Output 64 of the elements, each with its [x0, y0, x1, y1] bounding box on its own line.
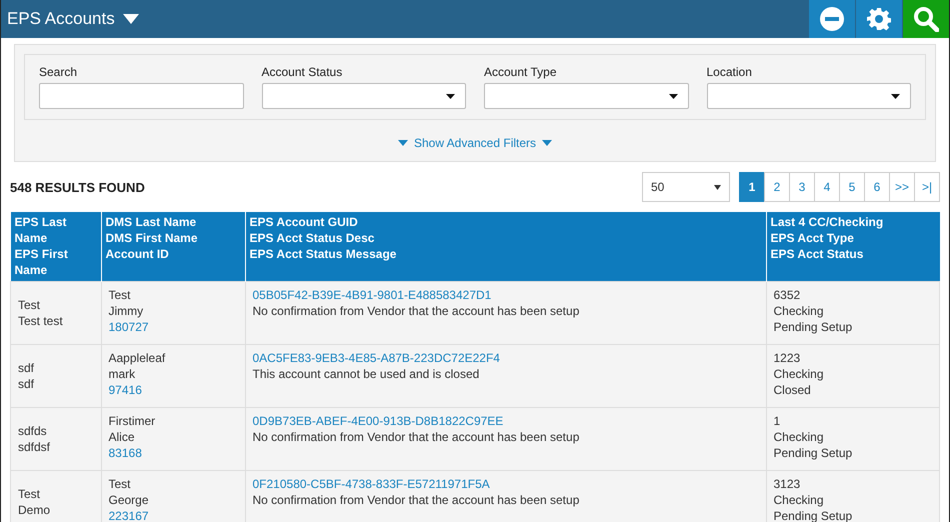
table-cell-text: No confirmation from Vendor that the account has been setup: [252, 492, 580, 508]
search-field[interactable]: [39, 83, 244, 109]
caret-icon: [891, 94, 900, 98]
settings-icon: [867, 7, 891, 31]
table-cell-text: No confirmation from Vendor that the account has been setup: [252, 303, 580, 319]
page-button[interactable]: 3: [789, 172, 815, 202]
table-cell-text: Test: [108, 287, 132, 303]
page-button[interactable]: 2: [764, 172, 790, 202]
minus-circle-icon: [820, 7, 844, 31]
column-header: EPS Last Name EPS First Name: [10, 212, 101, 282]
advanced-filters-link[interactable]: Show Advanced Filters: [398, 136, 552, 150]
account-id-link[interactable]: 83168: [108, 445, 238, 461]
table-cell-text: Alice: [108, 429, 136, 445]
table-cell-text: Aappleleaf: [108, 350, 166, 366]
column-header: EPS Account GUID EPS Acct Status Desc EPS Acct Status Message: [245, 212, 766, 282]
search-button[interactable]: [903, 0, 949, 38]
caret-icon: [446, 94, 455, 98]
filter-label: Location: [706, 65, 753, 79]
column-header: Last 4 CC/Checking EPS Acct Type EPS Acct Status: [766, 212, 940, 282]
page-button[interactable]: 1: [739, 172, 765, 202]
page-title-dropdown[interactable]: EPS Accounts: [1, 0, 145, 38]
table-cell-text: No confirmation from Vendor that the account has been setup: [252, 429, 580, 445]
caret-icon: [714, 184, 721, 190]
settings-button[interactable]: [856, 0, 902, 38]
guid-link[interactable]: 05B05F42-B39E-4B91-9801-E488583427D1: [252, 287, 758, 303]
table-cell: 6352 Checking Pending Setup: [766, 282, 940, 344]
table-cell: 1223 Checking Closed: [766, 344, 940, 408]
table-cell: sdf sdf: [10, 344, 101, 408]
page-button[interactable]: >>: [889, 172, 915, 202]
column-header: DMS Last Name DMS First Name Account ID: [101, 212, 245, 282]
page-button[interactable]: 4: [814, 172, 840, 202]
table-cell-text: George: [108, 492, 150, 508]
results-count: 548 RESULTS FOUND: [10, 180, 145, 194]
guid-link[interactable]: 0AC5FE83-9EB3-4E85-A87B-223DC72E22F4: [252, 350, 758, 366]
filter-label: Search: [39, 65, 78, 79]
table-cell-text: Firstimer: [108, 413, 156, 429]
filter-label: Account Status: [262, 65, 344, 79]
dropdown-field[interactable]: [484, 83, 688, 109]
filter-label: Account Type: [484, 65, 558, 79]
dropdown-field[interactable]: [262, 83, 466, 109]
guid-link[interactable]: 0D9B73EB-ABEF-4E00-913B-D8B1822C97EE: [252, 413, 758, 429]
page-button[interactable]: >|: [914, 172, 940, 202]
table-cell-text: Test: [108, 476, 132, 492]
table-cell-text: mark: [108, 366, 136, 382]
account-id-link[interactable]: 223167: [108, 508, 238, 522]
caret-icon: [122, 14, 139, 24]
page-button[interactable]: 5: [839, 172, 865, 202]
page-size-dropdown[interactable]: 50: [642, 172, 730, 202]
caret-icon: [668, 94, 678, 98]
collapse-button[interactable]: [809, 0, 855, 38]
table-cell: 1 Checking Pending Setup: [766, 408, 940, 470]
table-cell-text: Jimmy: [108, 303, 144, 319]
caret-icon: [542, 140, 552, 146]
table-cell: Test Test test: [10, 282, 101, 344]
dropdown-field[interactable]: [706, 83, 911, 109]
search-icon: [913, 6, 939, 32]
account-id-link[interactable]: 97416: [108, 382, 238, 398]
guid-link[interactable]: 0F210580-C5BF-4738-833F-E57211971F5A: [252, 476, 758, 492]
page-button[interactable]: 6: [864, 172, 890, 202]
table-cell: sdfds sdfdsf: [10, 408, 101, 470]
account-id-link[interactable]: 180727: [108, 319, 238, 335]
caret-icon: [398, 140, 408, 146]
table-cell: Test Demo: [10, 470, 101, 522]
table-cell-text: This account cannot be used and is closed: [252, 366, 480, 382]
